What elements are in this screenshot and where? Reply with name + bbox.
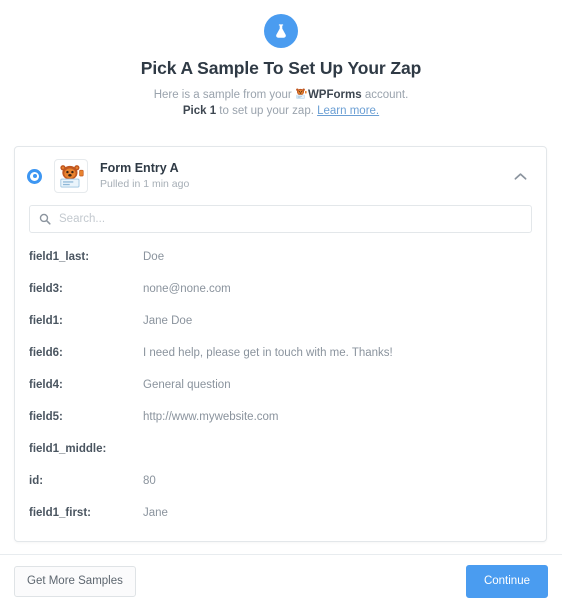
wpforms-icon [54, 159, 88, 193]
radio-selected-dot [32, 174, 37, 178]
search-container [15, 205, 546, 237]
field-value: http://www.mywebsite.com [143, 411, 279, 423]
sample-card: Form Entry A Pulled in 1 min ago field1_… [14, 146, 547, 542]
field-value: Doe [143, 251, 165, 263]
field-row: id: 80 [29, 473, 532, 489]
field-value: General question [143, 379, 231, 391]
chevron-up-icon[interactable] [508, 164, 532, 188]
field-value: Jane [143, 507, 168, 519]
field-row: field3: none@none.com [29, 281, 532, 297]
search-icon [39, 213, 51, 225]
field-row: field1_last: Doe [29, 249, 532, 265]
field-key: field1_last: [29, 251, 90, 263]
field-value: I need help, please get in touch with me… [143, 347, 393, 359]
field-key: field1_first: [29, 507, 91, 519]
subtitle-app-name: WPForms [307, 89, 362, 101]
field-value: Jane Doe [143, 315, 193, 327]
continue-button[interactable]: Continue [465, 565, 548, 598]
subtitle-prefix: Here is a sample from your [153, 89, 292, 101]
sample-radio-button[interactable] [27, 168, 42, 184]
get-more-samples-button[interactable]: Get More Samples [14, 566, 136, 597]
radio-inner-ring [30, 171, 39, 181]
search-input[interactable] [59, 213, 522, 225]
pick-instruction: to set up your zap. [219, 105, 314, 117]
field-value: none@none.com [143, 283, 231, 295]
field-key: field1_middle: [29, 443, 107, 455]
page-header: Pick A Sample To Set Up Your Zap Here is… [0, 0, 562, 119]
footer-bar: Get More Samples Continue [0, 555, 562, 608]
field-row: field1_first: Jane [29, 505, 532, 521]
field-row: field4: General question [29, 377, 532, 393]
field-key: field5: [29, 411, 63, 423]
entry-subtitle: Pulled in 1 min ago [100, 178, 190, 190]
field-key: id: [29, 475, 44, 487]
field-key: field1: [29, 315, 63, 327]
field-key: field6: [29, 347, 63, 359]
learn-more-link[interactable]: Learn more. [317, 105, 379, 117]
sample-card-header[interactable]: Form Entry A Pulled in 1 min ago [15, 147, 546, 205]
field-value: 80 [143, 475, 156, 487]
pick-count: Pick 1 [182, 105, 217, 117]
subtitle-line-2: Pick 1 to set up your zap. Learn more. [0, 103, 562, 119]
wpforms-icon [295, 88, 307, 99]
field-row: field1_middle: [29, 441, 532, 457]
flask-icon [264, 14, 298, 48]
field-key: field4: [29, 379, 63, 391]
field-key: field3: [29, 283, 63, 295]
page-title: Pick A Sample To Set Up Your Zap [140, 58, 422, 78]
field-row: field5: http://www.mywebsite.com [29, 409, 532, 425]
entry-title: Form Entry A [100, 161, 179, 175]
fields-list: field1_last: Doe field3: none@none.com f… [15, 237, 546, 541]
subtitle-suffix: account. [364, 89, 409, 101]
entry-info: Form Entry A Pulled in 1 min ago [100, 161, 508, 191]
subtitle-line-1: Here is a sample from your WPForms accou… [0, 87, 562, 103]
search-box[interactable] [29, 205, 532, 233]
field-row: field1: Jane Doe [29, 313, 532, 329]
field-row: field6: I need help, please get in touch… [29, 345, 532, 361]
